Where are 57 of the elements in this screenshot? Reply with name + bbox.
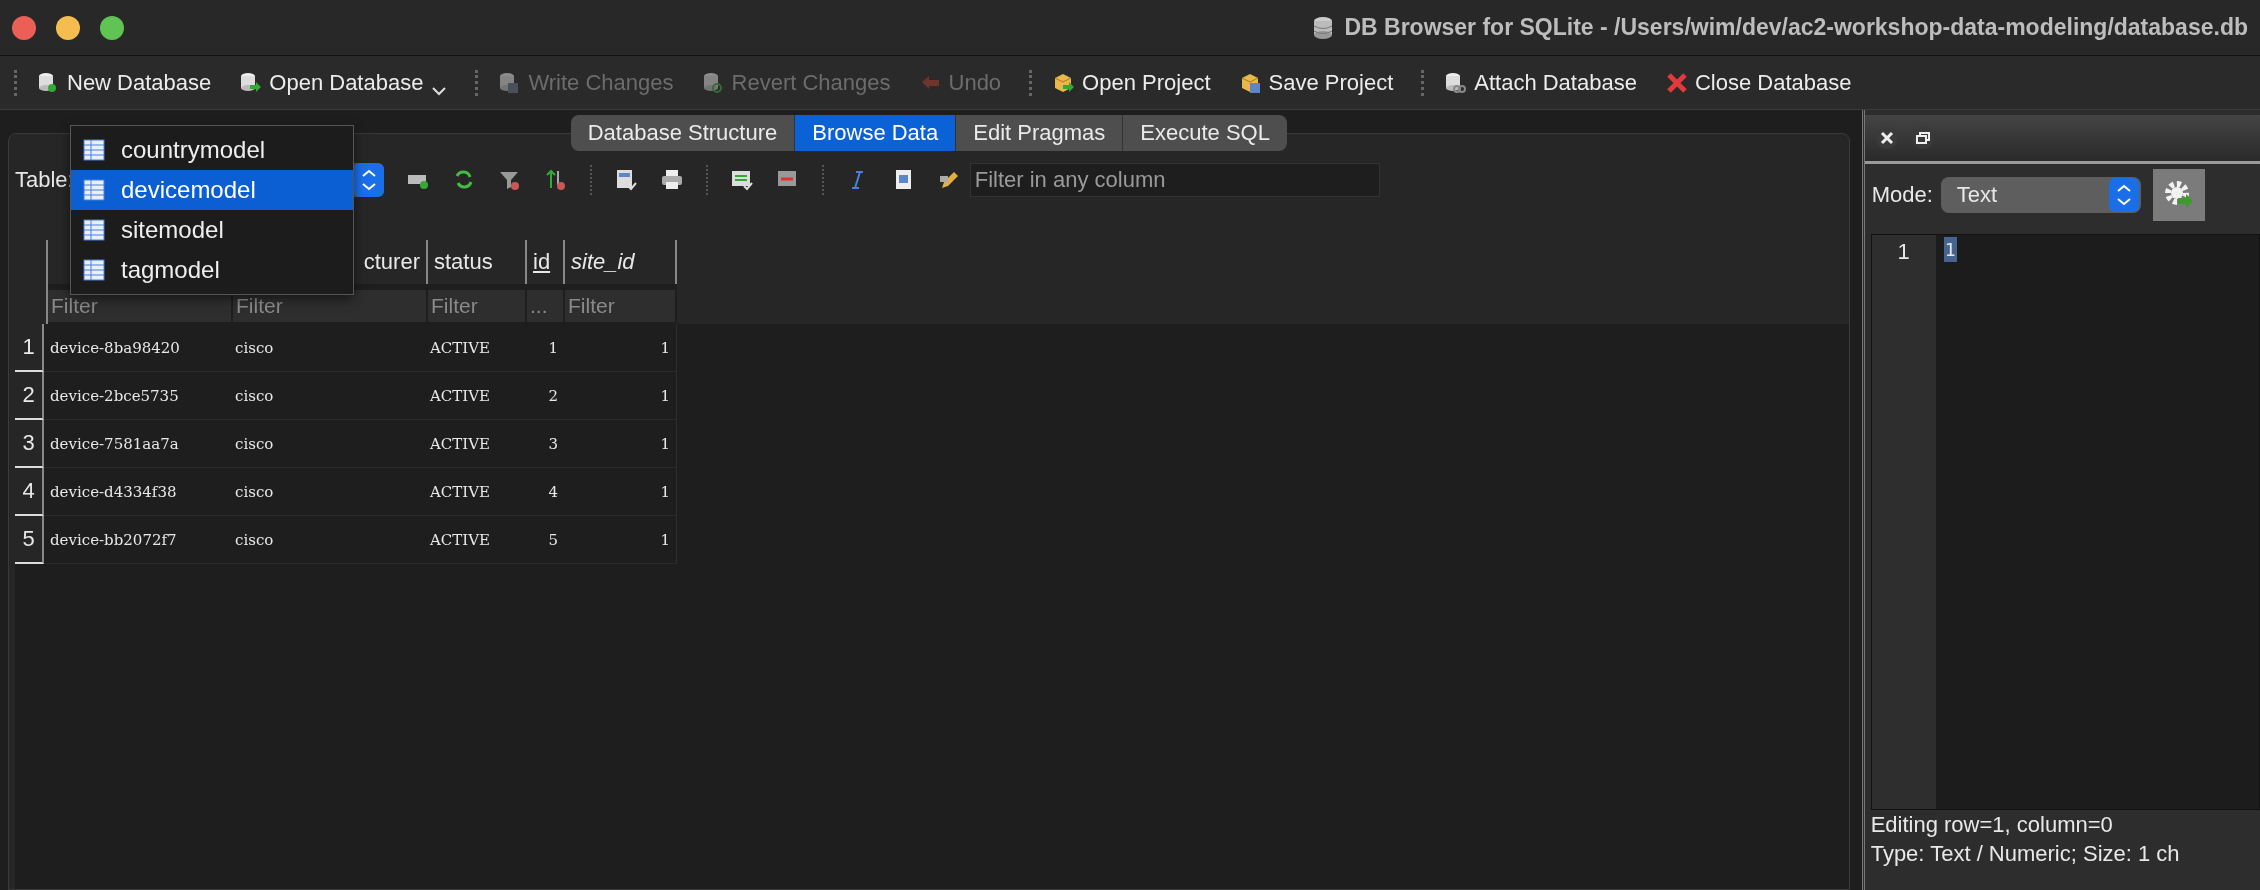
row-number[interactable]: 5 [15,516,44,564]
database-icon [1444,70,1469,95]
tab[interactable]: Browse Data [795,115,957,151]
column-header[interactable]: site_id [565,240,677,284]
mode-label: Mode: [1871,182,1933,208]
record-list-icon[interactable] [729,168,754,192]
toolbar-button[interactable]: Save Project [1234,65,1408,100]
toolbar-button[interactable]: Close Database [1660,65,1866,100]
tab[interactable]: Edit Pragmas [956,115,1124,151]
row-number[interactable]: 2 [15,372,44,420]
table-cell: 1 [561,516,677,564]
filter-field[interactable]: Filter in any column [969,163,1380,197]
editor-text: 1 [1943,237,1957,262]
minimize-window-button[interactable] [56,15,80,40]
table-icon [83,219,105,241]
stepper-icon [353,163,384,197]
table-label: Table: [15,167,74,193]
apply-button[interactable] [2152,169,2205,221]
stepper-icon [2108,178,2139,212]
row-number[interactable]: 1 [15,324,44,372]
status-text: Type: Text / Numeric; Size: 1 ch [1869,840,2181,868]
toolbar-button[interactable]: New Database [33,65,226,100]
mode-select[interactable]: Text [1940,177,2141,213]
table-cell: 1 [561,420,677,468]
menu-item[interactable]: devicemodel [71,170,353,210]
column-header[interactable]: id [527,240,565,284]
tab[interactable]: Database Structure [570,115,796,151]
menu-item[interactable]: countrymodel [71,130,353,170]
toolbar-button[interactable]: Attach Database [1440,65,1651,100]
column-header[interactable]: status [428,240,527,284]
printer-icon[interactable] [659,168,684,192]
table-icon [83,259,105,281]
menu-item[interactable]: tagmodel [71,250,353,290]
toolbar-button[interactable]: Open Database [235,65,462,100]
table-icon [83,139,105,161]
filter-field[interactable]: Filter [428,290,525,322]
filter-field[interactable]: Filter [565,290,675,322]
window-title: DB Browser for SQLite - /Users/wim/dev/ac2-workshop-data-modeling/database.db [1344,14,2248,41]
table-icon [83,179,105,201]
menu-item[interactable]: sitemodel [71,210,353,250]
status-text: Editing row=1, column=0 [1869,811,2114,839]
table-cell: 1 [561,372,677,420]
toolbar-button[interactable]: Open Project [1048,65,1225,100]
text-editor[interactable]: 1 1 [1870,234,2260,810]
row-number[interactable]: 3 [15,420,44,468]
caret-icon [431,85,448,96]
tab[interactable]: Execute SQL [1123,115,1287,151]
table-cell: 1 [561,324,677,372]
filter-field[interactable]: ... [527,290,563,322]
close-icon [1664,70,1689,95]
row-number[interactable]: 4 [15,468,44,516]
zoom-window-button[interactable] [100,15,124,40]
database-icon [1312,15,1335,40]
table-cell: 1 [561,468,677,516]
database-icon [239,70,264,95]
line-number: 1 [1896,239,1911,266]
close-window-button[interactable] [12,15,36,40]
